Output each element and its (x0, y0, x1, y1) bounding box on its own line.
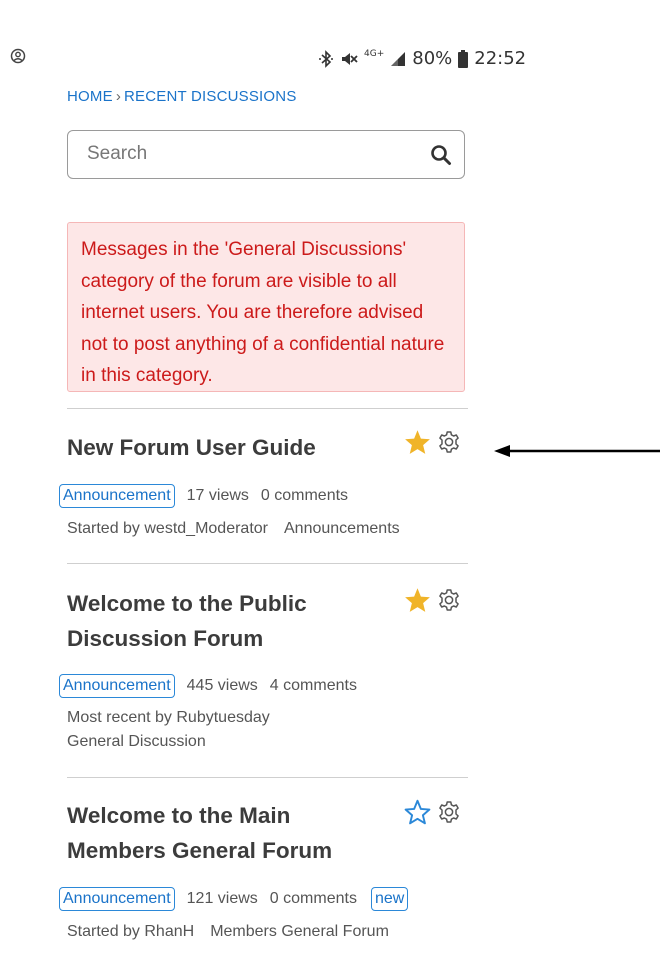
search-placeholder: Search (87, 143, 148, 164)
views-count: 445 views (186, 677, 258, 694)
gear-icon[interactable] (437, 588, 461, 612)
discussion-title[interactable]: Welcome to the Main Members General Foru… (67, 798, 387, 868)
discussion-meta: Announcement 121 views 0 comments new (59, 887, 409, 911)
announcement-badge[interactable]: Announcement (59, 484, 175, 508)
signal-icon (391, 51, 406, 66)
category-warning-alert: Messages in the 'General Discussions' ca… (67, 222, 465, 392)
discussion-actions (404, 429, 461, 455)
category-link[interactable]: General Discussion (67, 730, 270, 754)
star-filled-icon[interactable] (404, 429, 431, 455)
search-icon[interactable] (430, 144, 452, 166)
status-bar: 4G+ 80% 22:52 (0, 40, 662, 76)
breadcrumb-current-link[interactable]: RECENT DISCUSSIONS (124, 88, 297, 105)
divider (67, 777, 468, 778)
discussion-actions (404, 587, 461, 613)
discussion-title[interactable]: Welcome to the Public Discussion Forum (67, 586, 387, 656)
discussion-meta: Announcement 445 views 4 comments (59, 674, 357, 698)
divider (67, 408, 468, 409)
announcement-badge[interactable]: Announcement (59, 887, 175, 911)
discussion-byline: Most recent by Rubytuesday General Discu… (67, 706, 270, 754)
star-outline-icon[interactable] (404, 799, 431, 825)
discussion-meta: Announcement 17 views 0 comments (59, 484, 348, 508)
search-input[interactable]: Search (67, 130, 465, 179)
comments-count: 0 comments (269, 890, 357, 907)
account-icon (10, 48, 26, 64)
gear-icon[interactable] (437, 430, 461, 454)
comments-count: 0 comments (260, 487, 349, 504)
divider (67, 563, 468, 564)
gear-icon[interactable] (437, 800, 461, 824)
author-link[interactable]: Most recent by Rubytuesday (67, 706, 270, 730)
breadcrumb: HOME › RECENT DISCUSSIONS (67, 88, 297, 105)
comments-count: 4 comments (269, 677, 357, 694)
views-count: 17 views (186, 487, 249, 504)
author-link[interactable]: Started by RhanH (67, 923, 194, 940)
discussion-byline: Started by RhanH Members General Forum (67, 920, 389, 944)
views-count: 121 views (186, 890, 258, 907)
alert-message: Messages in the 'General Discussions' ca… (81, 239, 445, 386)
discussion-title[interactable]: New Forum User Guide (67, 430, 387, 465)
network-type-label: 4G+ (364, 49, 385, 59)
breadcrumb-home-link[interactable]: HOME (67, 88, 113, 105)
breadcrumb-separator: › (115, 88, 122, 105)
author-link[interactable]: Started by westd_Moderator (67, 520, 268, 537)
clock-time: 22:52 (474, 48, 527, 69)
category-link[interactable]: Announcements (284, 520, 400, 537)
new-badge: new (370, 887, 409, 911)
discussion-actions (404, 799, 461, 825)
announcement-badge[interactable]: Announcement (59, 674, 175, 698)
star-filled-icon[interactable] (404, 587, 431, 613)
discussion-byline: Started by westd_Moderator Announcements (67, 517, 400, 541)
category-link[interactable]: Members General Forum (210, 923, 389, 940)
bluetooth-icon (319, 49, 333, 68)
mute-icon (342, 52, 358, 65)
battery-icon (458, 49, 469, 68)
annotation-arrow (494, 445, 660, 457)
battery-percent: 80% (412, 48, 453, 69)
